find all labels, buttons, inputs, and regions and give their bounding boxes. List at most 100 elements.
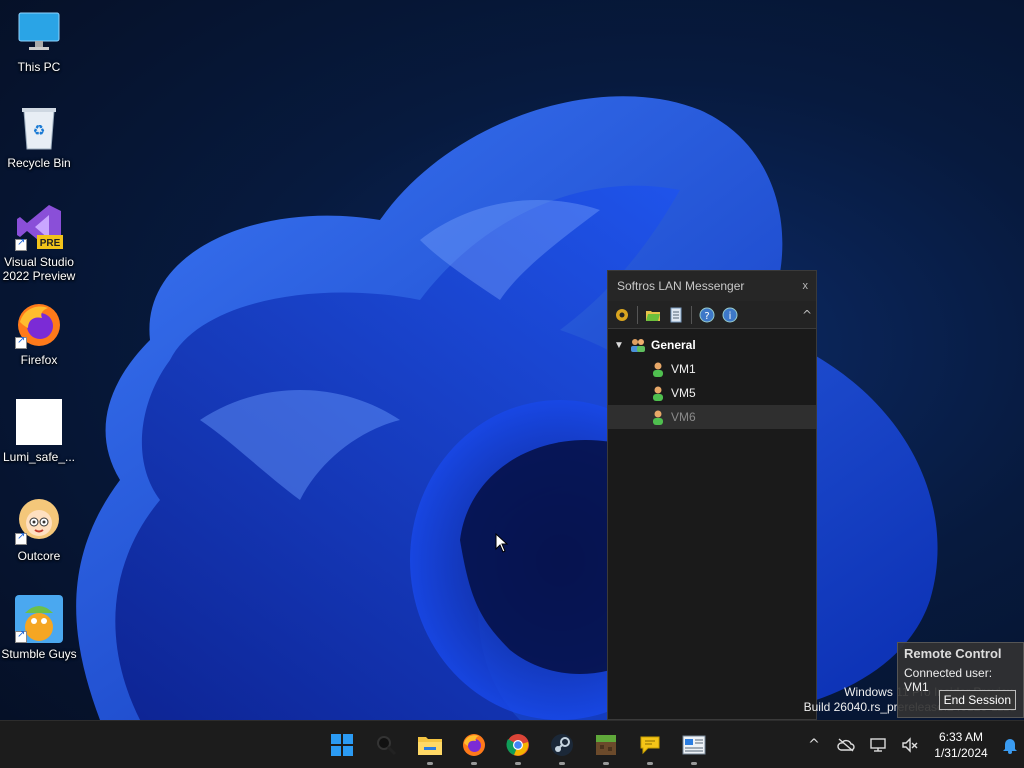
search-button[interactable]: [364, 723, 408, 767]
outcore-icon: [15, 497, 63, 545]
running-indicator: [559, 762, 565, 765]
volume-button[interactable]: [894, 725, 926, 765]
network-icon: [870, 738, 886, 752]
desktop-icon-recycle-bin[interactable]: ♻ Recycle Bin: [0, 104, 78, 170]
group-general[interactable]: ▼ General: [608, 333, 816, 357]
group-label: General: [651, 338, 696, 352]
messenger-window: Softros LAN Messenger x ? i ^ ▼ General: [607, 270, 817, 720]
blank-file-icon: [15, 398, 63, 446]
chat-icon: [640, 736, 660, 755]
clock-button[interactable]: 6:33 AM 1/31/2024: [926, 729, 996, 761]
svg-text:?: ?: [704, 311, 709, 322]
desktop-icon-this-pc[interactable]: This PC: [0, 8, 78, 74]
desktop-icon-label: This PC: [17, 60, 61, 74]
desktop-icon-firefox[interactable]: Firefox: [0, 301, 78, 367]
shortcut-arrow-icon: [15, 335, 27, 349]
file-explorer-icon: [418, 737, 442, 755]
desktop-icon-label: Stumble Guys: [1, 647, 77, 661]
taskbar-apps: [320, 721, 716, 768]
contact-tree: ▼ General VM1 VM5 VM6: [608, 329, 816, 429]
wallpaper-bloom: [76, 96, 938, 720]
desktop-icon-visual-studio[interactable]: PRE Visual Studio 2022 Preview: [0, 203, 78, 283]
cloud-offline-icon: [837, 738, 855, 752]
open-folder-icon[interactable]: [643, 305, 663, 325]
shortcut-arrow-icon: [15, 531, 27, 545]
onedrive-button[interactable]: [830, 725, 862, 765]
chat-taskbar-button[interactable]: [628, 723, 672, 767]
firefox-icon: [15, 301, 63, 349]
end-session-button[interactable]: End Session: [938, 690, 1016, 710]
user-online-icon: [653, 362, 663, 377]
svg-text:♻: ♻: [33, 123, 46, 139]
desktop-icon-outcore[interactable]: Outcore: [0, 497, 78, 563]
firefox-taskbar-button[interactable]: [452, 723, 496, 767]
running-indicator: [691, 762, 697, 765]
notifications-button[interactable]: [996, 725, 1024, 765]
close-button[interactable]: x: [803, 280, 809, 292]
group-users-icon: [631, 339, 645, 352]
shortcut-arrow-icon: [15, 237, 27, 251]
visual-studio-icon: PRE: [15, 203, 63, 251]
clock-date: 1/31/2024: [934, 746, 988, 760]
desktop-icon-label: Outcore: [17, 549, 61, 563]
search-icon: [377, 736, 397, 756]
messenger-title-bar[interactable]: Softros LAN Messenger x: [608, 271, 816, 301]
desktop-icon-stumble-guys[interactable]: Stumble Guys: [0, 595, 78, 661]
running-indicator: [603, 762, 609, 765]
chrome-taskbar-button[interactable]: [496, 723, 540, 767]
system-tray: ^ 6:33 AM 1/31/2024: [798, 721, 1024, 768]
minecraft-taskbar-button[interactable]: [584, 723, 628, 767]
shortcut-arrow-icon: [15, 629, 27, 643]
remote-control-panel: Remote Control Connected user: VM1 End S…: [897, 642, 1024, 718]
messenger-title: Softros LAN Messenger: [617, 279, 745, 293]
remote-control-title: Remote Control: [904, 646, 1002, 661]
running-indicator: [647, 762, 653, 765]
firefox-icon: [463, 734, 485, 756]
volume-muted-icon: [902, 737, 918, 753]
start-button[interactable]: [320, 723, 364, 767]
svg-text:i: i: [729, 311, 732, 322]
chrome-icon: [506, 734, 529, 756]
history-log-icon[interactable]: [666, 305, 686, 325]
user-vm6[interactable]: VM6: [608, 405, 816, 429]
svg-text:PRE: PRE: [40, 238, 61, 249]
collapse-toolbar-button[interactable]: ^: [802, 308, 812, 322]
news-icon: [682, 735, 706, 755]
steam-taskbar-button[interactable]: [540, 723, 584, 767]
user-online-icon: [653, 410, 663, 425]
user-label: VM6: [671, 410, 696, 424]
taskbar: ^ 6:33 AM 1/31/2024: [0, 720, 1024, 768]
messenger-toolbar: ? i ^: [608, 301, 816, 329]
desktop-icon-label: Firefox: [20, 353, 58, 367]
running-indicator: [515, 762, 521, 765]
show-hidden-icons-button[interactable]: ^: [798, 725, 830, 765]
start-icon: [331, 734, 353, 756]
news-taskbar-button[interactable]: [672, 723, 716, 767]
stumble-guys-icon: [15, 595, 63, 643]
running-indicator: [427, 762, 433, 765]
clock-time: 6:33 AM: [938, 730, 984, 744]
info-icon[interactable]: i: [720, 305, 740, 325]
file-explorer-button[interactable]: [408, 723, 452, 767]
user-vm1[interactable]: VM1: [608, 357, 816, 381]
monitor-icon: [15, 8, 63, 56]
steam-icon: [551, 734, 573, 756]
network-button[interactable]: [862, 725, 894, 765]
toolbar-separator: [637, 305, 638, 324]
desktop-icon-label: Recycle Bin: [7, 156, 71, 170]
user-label: VM5: [671, 386, 696, 400]
desktop-icon-lumi-safe[interactable]: Lumi_safe_...: [0, 398, 78, 464]
minecraft-icon: [596, 735, 616, 755]
bell-icon: [1003, 739, 1017, 754]
user-vm5[interactable]: VM5: [608, 381, 816, 405]
toolbar-separator: [691, 305, 692, 324]
user-label: VM1: [671, 362, 696, 376]
chevron-down-icon[interactable]: ▼: [614, 340, 626, 351]
recycle-bin-icon: ♻: [15, 104, 63, 152]
user-online-icon: [653, 386, 663, 401]
help-icon[interactable]: ?: [697, 305, 717, 325]
desktop-icon-label: Visual Studio 2022 Preview: [2, 255, 76, 283]
running-indicator: [471, 762, 477, 765]
settings-gear-icon[interactable]: [612, 305, 632, 325]
mouse-cursor-icon: [495, 533, 509, 553]
